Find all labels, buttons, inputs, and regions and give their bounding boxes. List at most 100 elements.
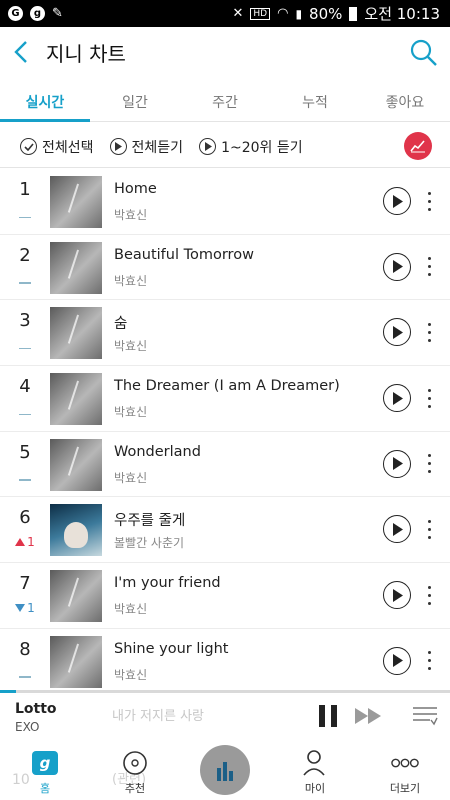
list-item[interactable]: 3 숨 박효신 — [0, 300, 450, 367]
status-bar: G g ✎ ✕ HD ◠ ▮ 80% 오전 10:13 — [0, 0, 450, 27]
play-all-label: 전체듣기 — [131, 139, 184, 156]
song-title: 숨 — [114, 316, 128, 333]
player-center-button[interactable] — [200, 745, 250, 795]
list-item[interactable]: 6 1 우주를 줄게 볼빨간 사춘기 — [0, 497, 450, 564]
more-options-button[interactable] — [424, 189, 434, 213]
album-art — [50, 635, 102, 688]
rank-change-none — [4, 273, 46, 287]
playback-progress-bar[interactable] — [0, 690, 450, 693]
album-art — [50, 504, 102, 557]
nav-more[interactable]: 더보기 — [360, 741, 450, 800]
page-title: 지니 차트 — [46, 41, 126, 66]
play-circle-icon — [199, 138, 217, 155]
nav-recommend[interactable]: 추천 — [90, 741, 180, 800]
now-playing-artist: EXO — [15, 720, 40, 734]
song-title: I'm your friend — [114, 575, 221, 592]
next-button[interactable] — [355, 708, 383, 724]
play-button[interactable] — [383, 515, 411, 544]
rank-change-value: 1 — [27, 535, 35, 550]
signal-icon: ▮ — [295, 6, 303, 21]
song-title: Wonderland — [114, 443, 201, 460]
artist-name: 박효신 — [114, 339, 148, 354]
nav-player[interactable] — [180, 741, 270, 800]
rank-number: 5 — [19, 441, 31, 463]
play-icon — [393, 194, 403, 208]
rank-number: 2 — [19, 244, 31, 266]
more-options-button[interactable] — [424, 255, 434, 279]
tab-weekly[interactable]: 주간 — [180, 78, 270, 121]
rank-number: 3 — [19, 310, 31, 332]
arrow-up-icon — [15, 538, 26, 547]
artist-name: 박효신 — [114, 405, 148, 420]
back-button[interactable] — [0, 27, 42, 77]
rank-change-none — [4, 207, 46, 221]
play-top20-button[interactable]: 1~20위 듣기 — [199, 137, 303, 157]
battery-percent: 80% — [309, 4, 343, 23]
more-options-button[interactable] — [424, 452, 434, 476]
play-all-button[interactable]: 전체듣기 — [109, 137, 184, 157]
my-profile-icon — [303, 750, 325, 776]
rank-number: 4 — [19, 376, 31, 398]
tab-likes[interactable]: 좋아요 — [360, 78, 450, 121]
app-screen: G g ✎ ✕ HD ◠ ▮ 80% 오전 10:13 지니 차트 실시간 일간… — [0, 0, 450, 800]
rank-change-up: 1 — [4, 535, 46, 549]
list-item[interactable]: 2 Beautiful Tomorrow 박효신 — [0, 235, 450, 301]
more-options-button[interactable] — [424, 583, 434, 607]
nav-home-label: 홈 — [39, 782, 51, 795]
nav-recommend-label: 추천 — [124, 782, 146, 795]
list-item[interactable]: 8 Shine your light 박효신 — [0, 629, 450, 695]
album-art — [50, 176, 102, 228]
chart-graph-button[interactable] — [404, 132, 432, 160]
rank-change-value: 1 — [27, 601, 35, 616]
chart-tabs: 실시간 일간 주간 누적 좋아요 — [0, 78, 450, 122]
action-row: 전체선택 전체듣기 1~20위 듣기 — [0, 126, 450, 168]
play-button[interactable] — [383, 187, 411, 215]
more-options-button[interactable] — [424, 517, 434, 541]
nav-more-label: 더보기 — [389, 782, 421, 795]
play-top20-label: 1~20위 듣기 — [221, 139, 303, 156]
play-button[interactable] — [383, 318, 411, 347]
play-button[interactable] — [383, 384, 411, 413]
hd-icon: HD — [250, 7, 271, 20]
search-button[interactable] — [408, 37, 440, 69]
play-icon — [393, 325, 403, 339]
select-all-label: 전체선택 — [42, 139, 94, 156]
tab-cumulative[interactable]: 누적 — [270, 78, 360, 121]
more-options-button[interactable] — [424, 649, 434, 673]
select-all-button[interactable]: 전체선택 — [20, 137, 94, 157]
play-button[interactable] — [383, 449, 411, 478]
playlist-icon — [413, 707, 438, 726]
list-item[interactable]: 4 The Dreamer (I am A Dreamer) 박효신 — [0, 366, 450, 432]
tab-daily[interactable]: 일간 — [90, 78, 180, 121]
play-icon — [393, 457, 403, 471]
play-button[interactable] — [383, 252, 411, 281]
equalizer-icon — [217, 762, 233, 781]
list-item[interactable]: 5 Wonderland 박효신 — [0, 432, 450, 498]
tab-realtime[interactable]: 실시간 — [0, 78, 90, 122]
now-playing-title: Lotto — [15, 701, 57, 717]
home-icon: g — [32, 751, 58, 775]
play-button[interactable] — [383, 581, 411, 610]
album-art — [50, 570, 102, 623]
nav-home[interactable]: g 홈 — [0, 741, 90, 800]
list-item[interactable]: 1 Home 박효신 — [0, 169, 450, 235]
list-item[interactable]: 7 1 I'm your friend 박효신 — [0, 563, 450, 629]
more-options-button[interactable] — [424, 320, 434, 344]
more-options-button[interactable] — [424, 386, 434, 410]
more-dots-icon — [391, 758, 419, 768]
behind-song-title: 내가 저지른 사랑 — [112, 709, 204, 724]
wifi-icon: ◠ — [277, 6, 289, 21]
play-circle-icon — [109, 138, 127, 155]
g-notification-icon: g — [30, 6, 45, 21]
rank-change-none — [4, 470, 46, 484]
next-icon — [355, 708, 381, 724]
song-title: Home — [114, 181, 157, 197]
mini-player[interactable]: 내가 저지른 사랑 Lotto EXO — [0, 690, 450, 741]
pause-button[interactable] — [319, 705, 337, 727]
playlist-button[interactable] — [412, 705, 438, 727]
album-art — [50, 241, 102, 294]
nav-my[interactable]: 마이 — [270, 741, 360, 800]
play-button[interactable] — [383, 646, 411, 675]
play-icon — [393, 654, 403, 668]
artist-name: 박효신 — [114, 667, 148, 682]
